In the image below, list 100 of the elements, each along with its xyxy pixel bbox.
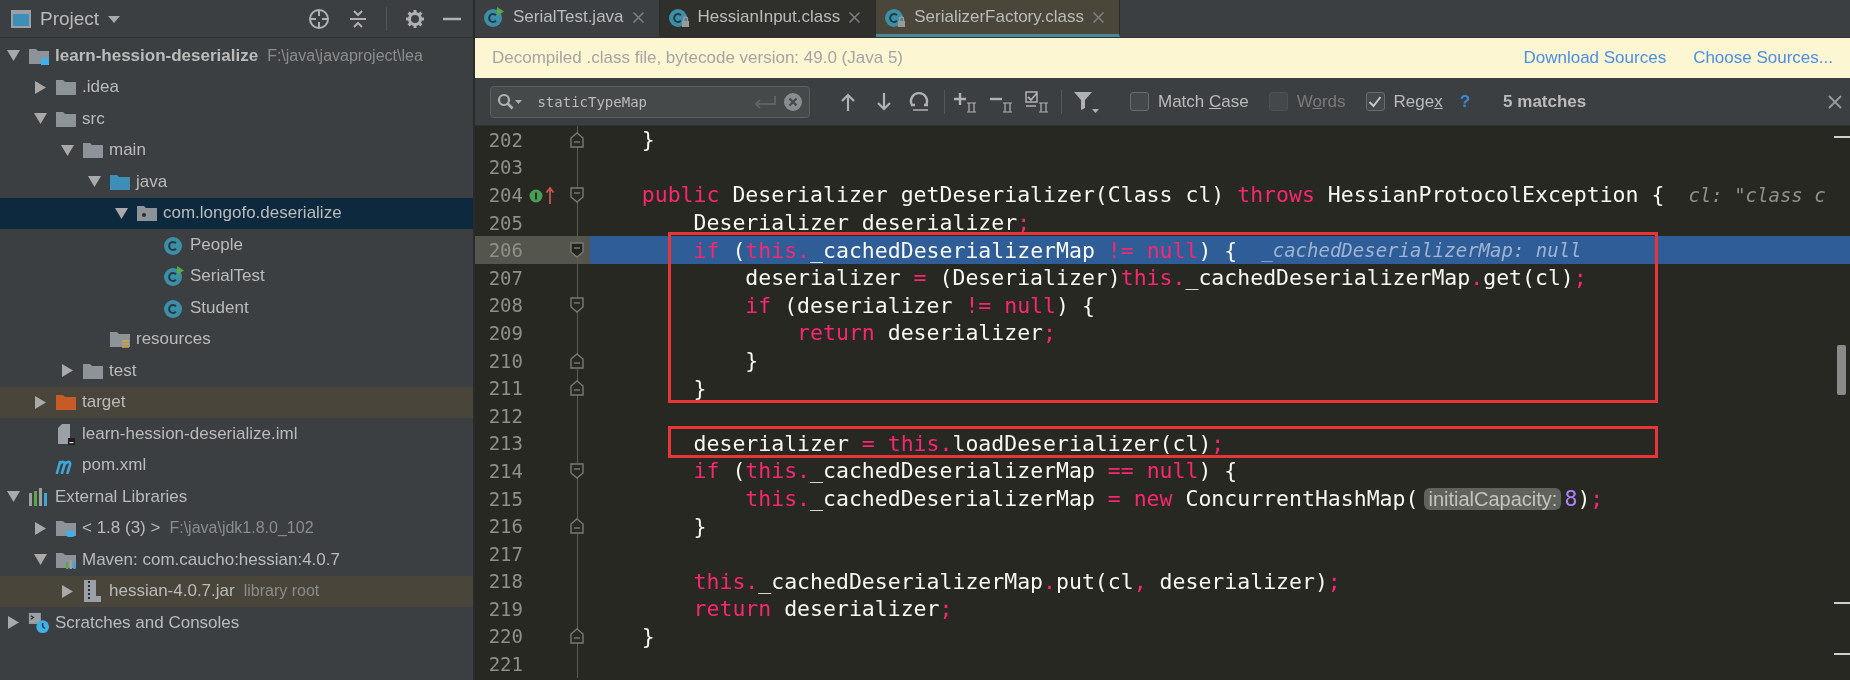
settings-icon[interactable] (405, 8, 425, 29)
clear-icon[interactable] (783, 91, 803, 112)
tree-row[interactable]: Maven: com.caucho:hessian:4.0.7 (0, 544, 473, 576)
tree-row[interactable]: External Libraries (0, 481, 473, 513)
line-number: 211 (487, 376, 523, 402)
expanded-arrow-icon[interactable] (33, 112, 47, 126)
tree-row[interactable]: test (0, 355, 473, 387)
scrollbar-thumb[interactable] (1837, 345, 1846, 395)
tree-row[interactable]: target (0, 386, 473, 418)
tree-row[interactable]: Scratches and Consoles (0, 607, 473, 639)
banner-link[interactable]: Download Sources (1523, 48, 1667, 68)
library-folder-icon (55, 550, 77, 569)
tree-row[interactable]: resources (0, 323, 473, 355)
expanded-arrow-icon[interactable] (33, 553, 47, 567)
expanded-arrow-icon[interactable] (60, 143, 74, 157)
close-icon[interactable] (1092, 10, 1105, 24)
debug-value: _cachedDeserializerMap: null (1261, 239, 1582, 262)
code-line: this._cachedDeserializerMap.put(cl, deserializer); (692, 568, 1341, 594)
expanded-arrow-icon[interactable] (114, 206, 128, 220)
path-hint: library root (243, 582, 320, 601)
resources-folder-icon (109, 330, 131, 349)
crosshair-icon[interactable] (308, 7, 330, 30)
tree-row[interactable]: learn-hession-deserialize F:\java\javaproject\lea (0, 40, 473, 72)
tree-row[interactable]: src (0, 103, 473, 135)
tree-row[interactable]: < 1.8 (3) > F:\java\jdk1.8.0_102 (0, 512, 473, 544)
banner-link[interactable]: Choose Sources... (1693, 48, 1833, 68)
banner-message: Decompiled .class file, bytecode version: 49.0 (Java 5) (492, 48, 904, 68)
code-line: return deserializer; (796, 320, 1056, 346)
collapsed-arrow-icon[interactable] (33, 80, 47, 94)
tree-row[interactable]: Student (0, 292, 473, 324)
expanded-arrow-icon[interactable] (87, 175, 101, 189)
line-number: 219 (487, 596, 523, 622)
help-link[interactable]: ? (1459, 91, 1471, 112)
search-input[interactable]: _staticTypeMap (529, 93, 747, 110)
tree-row[interactable]: hessian-4.0.7.jar library root (0, 575, 473, 607)
runnable-class-icon (163, 265, 185, 288)
close-icon[interactable] (848, 10, 862, 24)
code-line: } (692, 513, 707, 539)
unfold-marker-icon[interactable] (570, 628, 584, 645)
collapsed-arrow-icon[interactable] (33, 395, 47, 409)
unfold-marker-icon[interactable] (570, 380, 584, 397)
tree-item-label: resources (136, 329, 211, 350)
collapsed-arrow-icon[interactable] (60, 584, 74, 598)
tree-row[interactable]: pom.xml (0, 449, 473, 481)
collapse-all-icon[interactable] (348, 7, 368, 30)
unfold-marker-icon[interactable] (570, 131, 584, 148)
code-line: this._cachedDeserializerMap = new ConcurrentHashMap( initialCapacity: 8); (744, 486, 1604, 511)
unfold-marker-icon[interactable] (570, 352, 584, 369)
line-number: 220 (487, 624, 523, 650)
fold-marker-icon[interactable] (570, 462, 584, 479)
folder-icon (82, 361, 104, 380)
tree-row[interactable]: .idea (0, 71, 473, 103)
libraries-icon (28, 486, 50, 507)
tree-row[interactable]: main (0, 134, 473, 166)
fold-marker-icon[interactable] (570, 297, 584, 314)
runnable-class-icon (483, 6, 505, 28)
line-number: 207 (487, 265, 523, 291)
tree-row[interactable]: learn-hession-deserialize.iml (0, 418, 473, 450)
fold-marker-icon[interactable] (570, 187, 584, 203)
code-line: Deserializer deserializer; (692, 210, 1031, 236)
dropdown-caret-icon[interactable] (107, 13, 122, 24)
line-number: 212 (487, 403, 523, 429)
folder-icon (55, 109, 77, 128)
line-number: 209 (487, 320, 523, 346)
panel-title[interactable]: Project (40, 7, 100, 30)
checkbox[interactable] (1130, 92, 1149, 111)
tab-label: SerializerFactory.class (914, 7, 1084, 27)
tree-item-label: Maven: com.caucho:hessian:4.0.7 (82, 549, 340, 570)
minimize-icon[interactable] (443, 15, 461, 22)
checkbox[interactable] (1365, 92, 1385, 111)
tree-row[interactable]: com.longofo.deserialize (0, 197, 473, 229)
archive-icon (83, 579, 103, 604)
collapsed-arrow-icon[interactable] (6, 616, 20, 630)
close-icon[interactable] (1828, 94, 1842, 109)
line-number: 216 (487, 514, 523, 540)
tree-row[interactable]: java (0, 166, 473, 198)
collapsed-arrow-icon[interactable] (33, 521, 47, 535)
tree-item-label: < 1.8 (3) > (82, 518, 161, 539)
search-field[interactable]: _staticTypeMap (490, 85, 810, 118)
tree-item-label: Scratches and Consoles (55, 612, 240, 633)
tree-item-label: pom.xml (82, 455, 147, 476)
locked-class-icon (884, 6, 907, 28)
expanded-arrow-icon[interactable] (6, 49, 20, 63)
close-icon[interactable] (631, 10, 645, 24)
fold-marker-icon[interactable] (570, 242, 584, 259)
tree-item-label: main (109, 140, 146, 161)
code-line: } (640, 624, 655, 649)
collapsed-arrow-icon[interactable] (60, 364, 74, 378)
tree-row[interactable]: People (0, 229, 473, 261)
tree-row[interactable]: SerialTest (0, 260, 473, 292)
editor-tab[interactable]: SerializerFactory.class (876, 0, 1120, 37)
checkbox-label: Regex (1393, 91, 1443, 112)
editor-tab[interactable]: HessianInput.class (659, 0, 877, 37)
code-line: if (this._cachedDeserializerMap != null) { (692, 237, 1238, 263)
expanded-arrow-icon[interactable] (6, 490, 20, 504)
unfold-marker-icon[interactable] (570, 518, 584, 535)
module-folder-icon (28, 46, 50, 65)
match-count: 5 matches (1503, 91, 1587, 112)
window-icon (10, 8, 32, 29)
search-icon[interactable] (497, 92, 523, 111)
